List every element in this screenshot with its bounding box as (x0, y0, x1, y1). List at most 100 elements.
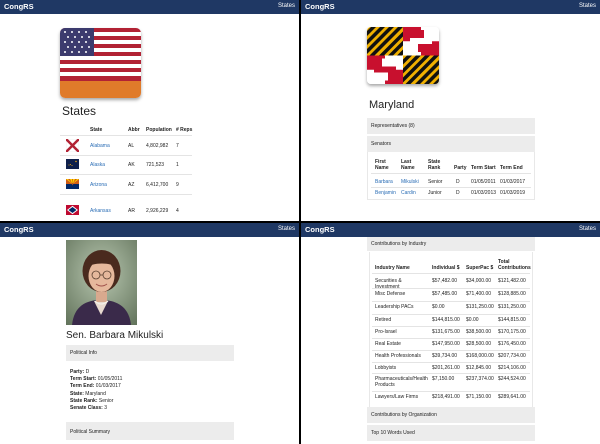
industry-name: Lobbyists (375, 365, 397, 371)
table-header-individual[interactable]: Individual $ (432, 265, 460, 271)
state-population: 721,523 (146, 162, 165, 168)
table-divider (372, 373, 530, 374)
maryland-flag-image (367, 27, 439, 84)
info-label: State Rank: (70, 397, 98, 404)
info-value: 3 (104, 405, 107, 412)
industry-name: Pharmaceuticals/Health Products (375, 376, 428, 388)
political-info-section-toggle[interactable]: Political Info (66, 345, 234, 361)
senators-panel-border (367, 152, 535, 200)
state-reps: 1 (176, 162, 179, 168)
navbar: CongRS States (301, 223, 600, 237)
superpac-amount: $38,500.00 (466, 329, 492, 335)
brand-link[interactable]: CongRS (305, 2, 335, 11)
table-divider (372, 314, 530, 315)
arkansas-flag-icon (66, 205, 79, 215)
table-divider (372, 326, 530, 327)
info-value: Maryland (85, 390, 106, 397)
representatives-section-toggle[interactable]: Representatives (8) (367, 118, 535, 134)
superpac-amount: $71,400.00 (466, 291, 492, 297)
political-info-list: Party: D Term Start: 01/05/2011 Term End… (70, 369, 122, 412)
individual-amount: $57,485.00 (432, 291, 458, 297)
state-population: 4,802,982 (146, 143, 169, 149)
political-info-label: Political Info (70, 350, 97, 356)
state-detail-panel: CongRS States Maryland Representatives (… (301, 0, 600, 221)
page-title: States (62, 104, 97, 118)
total-amount: $144,815.00 (498, 317, 526, 323)
individual-amount: $218,491.00 (432, 394, 460, 400)
info-label: Term End: (70, 383, 95, 390)
political-summary-section-toggle[interactable]: Political Summary (66, 422, 234, 440)
total-amount: $170,175.00 (498, 329, 526, 335)
contributions-organization-section-toggle[interactable]: Contributions by Organization (367, 407, 535, 423)
table-header-population[interactable]: Population (146, 127, 172, 133)
senator-portrait (66, 240, 137, 325)
info-value: 01/05/2011 (97, 376, 123, 383)
state-population: 6,412,700 (146, 182, 169, 188)
individual-amount: $147,950.00 (432, 341, 460, 347)
state-link[interactable]: Alaska (90, 162, 105, 168)
total-amount: $121,482.00 (498, 278, 526, 284)
nav-states-link[interactable]: States (278, 3, 295, 9)
info-label: Senate Class: (70, 405, 103, 412)
info-value: Senior (98, 397, 114, 404)
brand-link[interactable]: CongRS (305, 225, 335, 234)
superpac-amount: $131,250.00 (466, 304, 494, 310)
states-list-panel: CongRS States States State Abbr Populati… (0, 0, 299, 221)
brand-link[interactable]: CongRS (4, 225, 34, 234)
individual-amount: $57,482.00 (432, 278, 458, 284)
industry-table: Industry Name Individual $ SuperPac $ To… (369, 252, 533, 414)
brand-link[interactable]: CongRS (4, 2, 34, 11)
total-amount: $176,450.00 (498, 341, 526, 347)
total-amount: $289,641.00 (498, 394, 526, 400)
individual-amount: $7,150.00 (432, 376, 455, 382)
industry-name: Health Professionals (375, 353, 421, 359)
superpac-amount: $12,845.00 (466, 365, 492, 371)
info-row: Term Start: 01/05/2011 (70, 376, 122, 383)
table-divider (60, 155, 192, 156)
state-link[interactable]: Arizona (90, 182, 107, 188)
top-words-section-toggle[interactable]: Top 10 Words Used (367, 425, 535, 441)
navbar: CongRS States (0, 223, 299, 237)
political-summary-label: Political Summary (70, 429, 111, 435)
industry-name: Pro-Israel (375, 329, 397, 335)
state-reps: 7 (176, 143, 179, 149)
table-header-state[interactable]: State (90, 127, 102, 133)
nav-states-link[interactable]: States (278, 226, 295, 232)
nav-states-link[interactable]: States (579, 226, 596, 232)
nav-states-link[interactable]: States (579, 3, 596, 9)
table-divider (372, 288, 530, 289)
state-link[interactable]: Arkansas (90, 208, 111, 214)
table-header-reps[interactable]: # Reps (176, 127, 192, 133)
info-row: State Rank: Senior (70, 398, 122, 405)
table-header-superpac[interactable]: SuperPac $ (466, 265, 493, 271)
alaska-flag-icon (66, 159, 79, 169)
arizona-flag-icon (66, 179, 79, 189)
contributions-industry-label: Contributions by Industry (371, 241, 427, 247)
table-header-total[interactable]: Total Contributions (498, 259, 532, 271)
info-row: Term End: 01/03/2017 (70, 383, 122, 390)
table-header-industry[interactable]: Industry Name (375, 265, 410, 271)
state-link[interactable]: Alabama (90, 143, 110, 149)
state-abbr: AR (128, 208, 135, 214)
contributions-panel: CongRS States Contributions by Industry … (301, 223, 600, 444)
contributions-industry-section-toggle[interactable]: Contributions by Industry (367, 237, 535, 251)
table-divider (60, 135, 192, 136)
industry-name: Real Estate (375, 341, 401, 347)
info-row: Party: D (70, 369, 122, 376)
superpac-amount: $0.00 (466, 317, 479, 323)
info-row: Senate Class: 3 (70, 405, 122, 412)
table-divider (372, 350, 530, 351)
senators-section-toggle[interactable]: Senators (367, 136, 535, 152)
total-amount: $214,106.00 (498, 365, 526, 371)
navbar: CongRS States (301, 0, 600, 14)
state-abbr: AZ (128, 182, 135, 188)
top-words-label: Top 10 Words Used (371, 430, 415, 436)
individual-amount: $131,675.00 (432, 329, 460, 335)
info-label: Party: (70, 369, 85, 375)
table-header-abbr[interactable]: Abbr (128, 127, 140, 133)
info-row: State: Maryland (70, 391, 122, 398)
senators-label: Senators (371, 141, 392, 147)
senator-name: Sen. Barbara Mikulski (66, 330, 164, 341)
table-divider (372, 273, 530, 274)
table-divider (60, 174, 192, 175)
